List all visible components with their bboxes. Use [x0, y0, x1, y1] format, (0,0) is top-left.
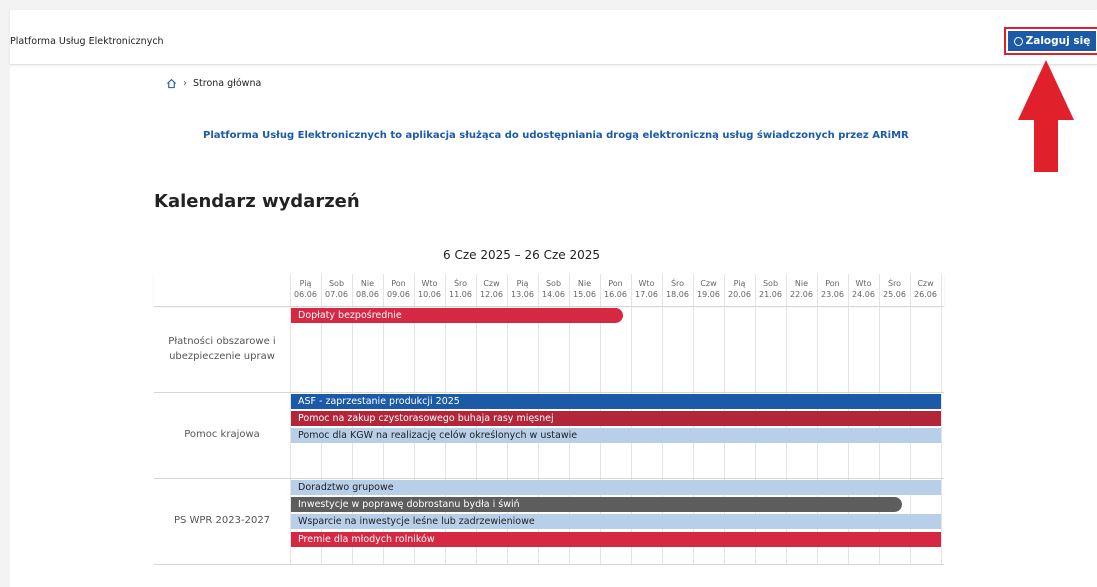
- day-header: Śro 18.06: [662, 278, 693, 300]
- login-label: Zaloguj się: [1025, 35, 1091, 47]
- window-frame-left: [0, 0, 10, 587]
- day-header: Czw 19.06: [693, 278, 724, 300]
- day-of-week: Pon: [391, 279, 406, 288]
- day-header: Pon 16.06: [600, 278, 631, 300]
- day-date: 26.06: [914, 290, 937, 299]
- day-header: Pią 20.06: [724, 278, 755, 300]
- day-of-week: Czw: [483, 279, 500, 288]
- day-header: Nie 22.06: [786, 278, 817, 300]
- day-date: 10.06: [418, 290, 441, 299]
- day-of-week: Wto: [421, 279, 438, 288]
- day-header: Sob 21.06: [755, 278, 786, 300]
- day-header: Nie 08.06: [352, 278, 383, 300]
- day-date: 21.06: [759, 290, 782, 299]
- user-circle-icon: [1013, 36, 1023, 46]
- day-of-week: Pon: [608, 279, 623, 288]
- day-header: Wto 17.06: [631, 278, 662, 300]
- day-header: Czw 26.06: [910, 278, 941, 300]
- day-header: Czw 12.06: [476, 278, 507, 300]
- day-gridline: [941, 274, 942, 564]
- day-header: Sob 14.06: [538, 278, 569, 300]
- day-of-week: Pią: [516, 279, 529, 288]
- day-date: 24.06: [852, 290, 875, 299]
- group-label: PS WPR 2023-2027: [173, 515, 271, 526]
- day-of-week: Pon: [825, 279, 840, 288]
- day-of-week: Wto: [638, 279, 655, 288]
- calendar-bottom-line: [154, 564, 944, 565]
- login-button-highlight: Zaloguj się: [1004, 27, 1097, 55]
- day-date: 15.06: [573, 290, 596, 299]
- day-date: 12.06: [480, 290, 503, 299]
- red-arrow-up-icon: [1018, 60, 1074, 172]
- day-header: Sob 07.06: [321, 278, 352, 300]
- group-separator: [154, 478, 944, 479]
- event-bar[interactable]: Dopłaty bezpośrednie: [291, 308, 623, 323]
- day-date: 17.06: [635, 290, 658, 299]
- event-bar[interactable]: ASF - zaprzestanie produkcji 2025: [291, 394, 941, 409]
- group-label: Płatności obszarowe i ubezpieczenie upra…: [168, 336, 276, 362]
- day-of-week: Wto: [855, 279, 872, 288]
- day-of-week: Nie: [577, 279, 592, 288]
- day-date: 13.06: [511, 290, 534, 299]
- event-bar[interactable]: Pomoc dla KGW na realizację celów określ…: [291, 428, 941, 444]
- day-date: 25.06: [883, 290, 906, 299]
- breadcrumb: › Strona główna: [166, 78, 261, 89]
- day-of-week: Nie: [794, 279, 809, 288]
- chevron-right-icon: ›: [183, 78, 187, 89]
- day-header: Wto 10.06: [414, 278, 445, 300]
- breadcrumb-current: Strona główna: [193, 78, 262, 89]
- day-of-week: Sob: [762, 279, 779, 288]
- calendar-date-range: 6 Cze 2025 – 26 Cze 2025: [443, 248, 600, 262]
- login-button[interactable]: Zaloguj się: [1008, 31, 1096, 51]
- day-of-week: Śro: [453, 279, 468, 288]
- event-bar[interactable]: Premie dla młodych rolników: [291, 531, 941, 547]
- app-title: Platforma Usług Elektronicznych: [10, 36, 164, 47]
- day-date: 23.06: [821, 290, 844, 299]
- day-date: 11.06: [449, 290, 472, 299]
- day-of-week: Czw: [917, 279, 934, 288]
- day-date: 18.06: [666, 290, 689, 299]
- top-bar: Platforma Usług Elektronicznych Zaloguj …: [10, 10, 1097, 65]
- day-of-week: Śro: [670, 279, 685, 288]
- event-calendar: Pią 06.06 Sob 07.06 Nie 08.06 Pon 09.06 Wto 10.06…: [154, 274, 944, 580]
- day-date: 08.06: [356, 290, 379, 299]
- day-header: Śro 11.06: [445, 278, 476, 300]
- intro-text: Platforma Usług Elektronicznych to aplik…: [203, 130, 909, 141]
- home-icon[interactable]: [166, 78, 177, 89]
- event-bar[interactable]: Wsparcie na inwestycje leśne lub zadrzew…: [291, 514, 941, 530]
- day-date: 06.06: [294, 290, 317, 299]
- day-header: Śro 25.06: [879, 278, 910, 300]
- day-of-week: Sob: [328, 279, 345, 288]
- day-header: Pią 06.06: [290, 278, 321, 300]
- group-separator: [154, 306, 944, 307]
- day-of-week: Sob: [545, 279, 562, 288]
- day-header: Pon 23.06: [817, 278, 848, 300]
- event-bar[interactable]: Pomoc na zakup czystorasowego buhaja ras…: [291, 411, 941, 427]
- day-date: 22.06: [790, 290, 813, 299]
- day-date: 07.06: [325, 290, 348, 299]
- day-of-week: Pią: [733, 279, 746, 288]
- calendar-title: Kalendarz wydarzeń: [154, 191, 360, 212]
- day-date: 20.06: [728, 290, 751, 299]
- day-of-week: Czw: [700, 279, 717, 288]
- group-label: Pomoc krajowa: [184, 429, 260, 440]
- day-of-week: Śro: [887, 279, 902, 288]
- day-header: Pon 09.06: [383, 278, 414, 300]
- day-header: Nie 15.06: [569, 278, 600, 300]
- day-of-week: Pią: [299, 279, 312, 288]
- day-date: 09.06: [387, 290, 410, 299]
- day-header: Pią 13.06: [507, 278, 538, 300]
- window-frame-top: [0, 0, 1097, 10]
- day-header: Wto 24.06: [848, 278, 879, 300]
- event-bar[interactable]: Inwestycje w poprawę dobrostanu bydła i …: [291, 497, 902, 513]
- day-date: 19.06: [697, 290, 720, 299]
- group-separator: [154, 392, 944, 393]
- day-date: 16.06: [604, 290, 627, 299]
- day-date: 14.06: [542, 290, 565, 299]
- event-bar[interactable]: Doradztwo grupowe: [291, 480, 941, 495]
- day-of-week: Nie: [360, 279, 375, 288]
